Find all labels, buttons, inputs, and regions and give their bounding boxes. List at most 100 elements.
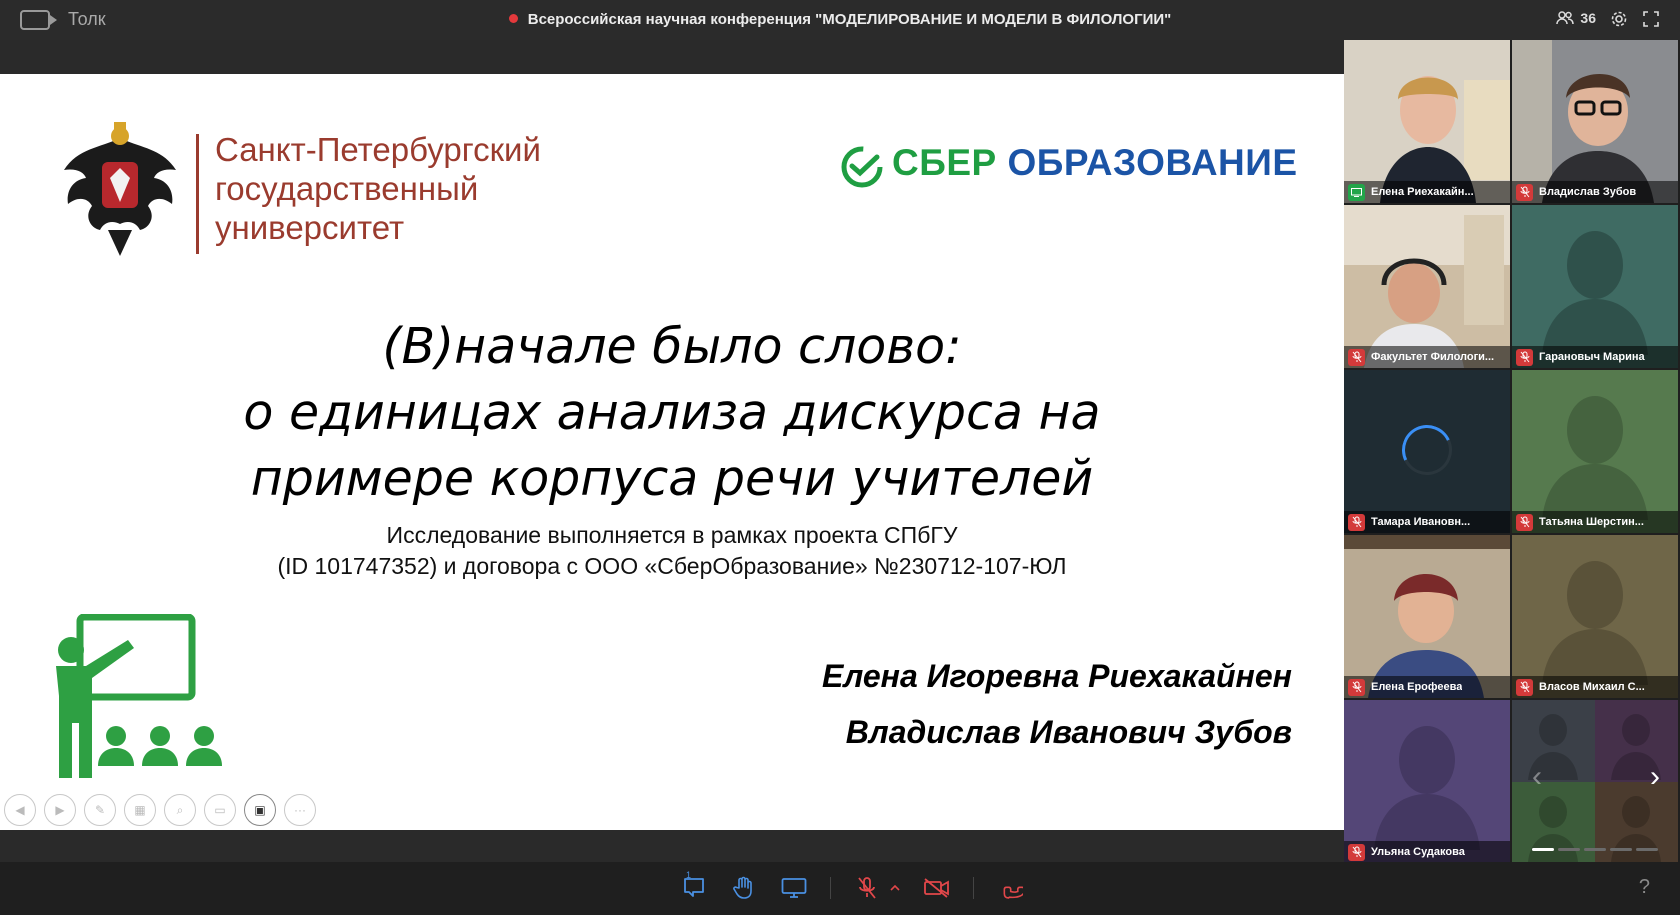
participant-tile[interactable]: Власов Михаил С... <box>1512 535 1678 698</box>
participant-name: Гарановыч Марина <box>1539 351 1645 363</box>
call-controls: 1 <box>680 870 1024 902</box>
pen-button[interactable]: ✎ <box>84 794 116 826</box>
avatar-silhouette-icon <box>1512 205 1678 368</box>
university-name-line-3: университет <box>215 209 405 246</box>
participants-button[interactable]: 36 <box>1556 10 1596 26</box>
conference-title-bar: Всероссийская научная конференция "МОДЕЛ… <box>0 11 1680 28</box>
mic-muted-icon <box>1516 183 1533 201</box>
loading-spinner-icon <box>1394 417 1460 483</box>
mic-muted-icon <box>1516 513 1533 531</box>
participants-grid: Елена Риехакайн... Владислав Зубов Факул… <box>1344 40 1680 863</box>
grid-next-arrow-icon[interactable]: › <box>1650 760 1660 794</box>
slides-overview-button[interactable]: ▦ <box>124 794 156 826</box>
grid-pagination <box>1532 848 1658 851</box>
participant-name-bar: Власов Михаил С... <box>1512 676 1678 698</box>
reactions-icon <box>684 878 704 897</box>
phone-hangup-icon <box>1003 886 1023 899</box>
camera-button[interactable] <box>923 874 951 902</box>
video-feed-image <box>1512 40 1678 203</box>
page-dot[interactable] <box>1610 848 1632 851</box>
video-feed-image <box>1344 205 1510 368</box>
mic-muted-icon <box>1348 678 1365 696</box>
slide-subtitle-line-2: (ID 101747352) и договора с ООО «СберОбр… <box>277 553 1067 579</box>
spbu-divider <box>196 134 199 254</box>
page-dot[interactable] <box>1532 848 1554 851</box>
participant-name: Татьяна Шерстин... <box>1539 516 1644 528</box>
sber-education-wordmark: СБЕР ОБРАЗОВАНИЕ <box>892 142 1298 184</box>
video-feed-image <box>1344 40 1510 203</box>
screen-share-icon <box>1348 183 1365 201</box>
zoom-button[interactable]: ⌕ <box>164 794 196 826</box>
university-name: Санкт-Петербургский государственный унив… <box>215 130 595 247</box>
mic-muted-icon <box>1516 348 1533 366</box>
next-slide-button[interactable]: ▶ <box>44 794 76 826</box>
participant-name: Ульяна Судакова <box>1371 846 1465 858</box>
leave-call-button[interactable] <box>996 874 1024 902</box>
slide-title: (В)начале было слово: о единицах анализа… <box>0 314 1344 512</box>
participant-name: Факультет Филологи... <box>1371 351 1495 363</box>
chevron-up-icon <box>890 884 900 891</box>
screen-share-button[interactable] <box>780 874 808 902</box>
more-options-button[interactable]: ··· <box>284 794 316 826</box>
subtitles-button[interactable]: ▭ <box>204 794 236 826</box>
sber-logo-icon <box>841 146 883 188</box>
mic-off-icon <box>858 877 876 899</box>
camera-off-icon <box>924 878 949 898</box>
participant-tile[interactable]: Елена Риехакайн... <box>1344 40 1510 203</box>
participant-tile[interactable]: Тамара Ивановн... <box>1344 370 1510 533</box>
participant-name-bar: Факультет Филологи... <box>1344 346 1510 368</box>
raise-hand-button[interactable] <box>730 874 758 902</box>
participants-count: 36 <box>1580 10 1596 26</box>
slide-subtitle: Исследование выполняется в рамках проект… <box>0 520 1344 582</box>
help-button[interactable]: ? <box>1639 876 1650 899</box>
slide-toolbar: ◀ ▶ ✎ ▦ ⌕ ▭ ▣ ··· <box>4 794 316 826</box>
mic-muted-icon <box>1348 843 1365 861</box>
participant-tile[interactable]: Владислав Зубов <box>1512 40 1678 203</box>
page-dot[interactable] <box>1558 848 1580 851</box>
participant-name-bar: Ульяна Судакова <box>1344 841 1510 863</box>
participant-tile-active-speaker[interactable]: Факультет Филологи... <box>1344 205 1510 368</box>
page-dot[interactable] <box>1636 848 1658 851</box>
participant-tile[interactable]: Ульяна Судакова <box>1344 700 1510 863</box>
participant-name-bar: Татьяна Шерстин... <box>1512 511 1678 533</box>
divider <box>973 877 974 899</box>
bottom-control-bar: 1 ? <box>0 862 1680 915</box>
participant-name: Елена Риехакайн... <box>1371 186 1474 198</box>
university-name-line-1: Санкт-Петербургский <box>215 131 541 168</box>
settings-button[interactable] <box>1610 10 1628 33</box>
conference-title: Всероссийская научная конференция "МОДЕЛ… <box>527 11 1172 28</box>
mic-muted-icon <box>1348 513 1365 531</box>
avatar-silhouette-icon <box>1344 700 1510 863</box>
slide-subtitle-line-1: Исследование выполняется в рамках проект… <box>386 522 958 548</box>
mic-options-button[interactable] <box>889 874 901 902</box>
participant-tile[interactable]: Татьяна Шерстин... <box>1512 370 1678 533</box>
education-word: ОБРАЗОВАНИЕ <box>1007 142 1298 183</box>
people-icon <box>1556 11 1575 25</box>
fullscreen-icon <box>1643 11 1659 27</box>
more-participants-tile[interactable]: ‹ › <box>1512 700 1678 863</box>
page-dot[interactable] <box>1584 848 1606 851</box>
recording-indicator-icon <box>508 14 518 23</box>
avatar-silhouette-icon <box>1512 535 1678 698</box>
reactions-badge: 1 <box>686 870 692 880</box>
microphone-button[interactable] <box>853 874 881 902</box>
slide-title-line-3: примере корпуса речи учителей <box>250 450 1094 507</box>
camera-button[interactable]: ▣ <box>244 794 276 826</box>
avatar-silhouette-icon <box>1512 370 1678 533</box>
mic-muted-icon <box>1516 678 1533 696</box>
participant-tile[interactable]: Елена Ерофеева <box>1344 535 1510 698</box>
fullscreen-button[interactable] <box>1642 10 1660 33</box>
slide-title-line-2: о единицах анализа дискурса на <box>243 384 1101 441</box>
grid-prev-arrow-icon[interactable]: ‹ <box>1532 760 1542 794</box>
participant-name-bar: Елена Ерофеева <box>1344 676 1510 698</box>
participant-name-bar: Елена Риехакайн... <box>1344 181 1510 203</box>
participant-name: Владислав Зубов <box>1539 186 1637 198</box>
sber-word: СБЕР <box>892 142 997 183</box>
top-bar: Толк Всероссийская научная конференция "… <box>0 0 1680 40</box>
reactions-button[interactable]: 1 <box>680 870 708 902</box>
participant-tile[interactable]: Гарановыч Марина <box>1512 205 1678 368</box>
monitor-icon <box>781 878 807 898</box>
prev-slide-button[interactable]: ◀ <box>4 794 36 826</box>
presentation-area: Санкт-Петербургский государственный унив… <box>0 40 1344 862</box>
gear-icon <box>1611 11 1627 27</box>
